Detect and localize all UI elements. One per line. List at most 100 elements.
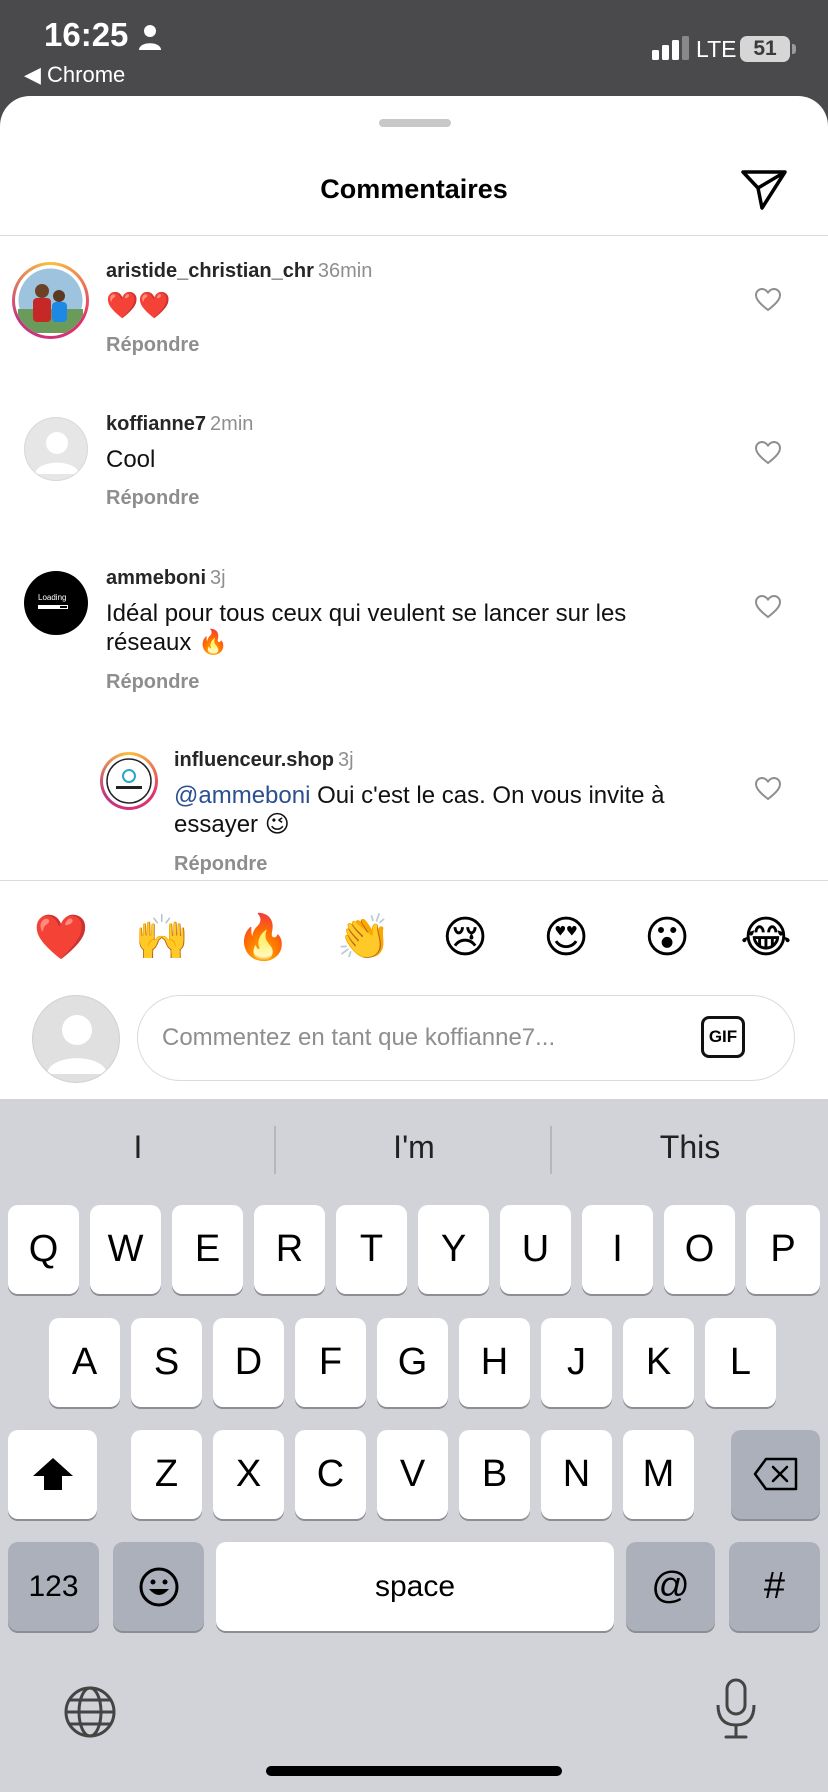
key-d[interactable]: D [213, 1318, 284, 1407]
comment-input[interactable] [162, 1016, 682, 1060]
emoji-laughing-button[interactable]: 😂 [736, 908, 796, 968]
key-o[interactable]: O [664, 1205, 735, 1294]
status-bar: 16:25 ◀ Chrome LTE 51 [0, 0, 828, 100]
key-n[interactable]: N [541, 1430, 612, 1519]
emoji-clap-button[interactable]: 👏 [334, 908, 394, 968]
reply-button[interactable]: Répondre [106, 671, 199, 694]
key-j[interactable]: J [541, 1318, 612, 1407]
emoji-key[interactable] [113, 1542, 204, 1631]
emoji-fire-button[interactable]: 🔥 [233, 908, 293, 968]
mention-link[interactable]: @ammeboni [174, 782, 310, 809]
comment-header: influenceur.shop 3j [174, 749, 354, 772]
suggestion-item[interactable]: I'm [276, 1119, 552, 1175]
comment-username[interactable]: aristide_christian_chr [106, 260, 314, 282]
key-g[interactable]: G [377, 1318, 448, 1407]
key-x[interactable]: X [213, 1430, 284, 1519]
globe-icon[interactable] [62, 1684, 118, 1740]
emoji-raised-hands-button[interactable]: 🙌 [132, 908, 192, 968]
comment-item: aristide_christian_chr 36min ❤️❤️ Répondr… [0, 236, 828, 386]
key-l[interactable]: L [705, 1318, 776, 1407]
battery-tip [792, 44, 796, 54]
emoji-divider [0, 880, 828, 881]
send-icon[interactable] [740, 168, 788, 212]
avatar[interactable] [24, 417, 88, 481]
comment-text: ❤️❤️ [106, 291, 171, 321]
space-key[interactable]: space [216, 1542, 614, 1631]
key-y[interactable]: Y [418, 1205, 489, 1294]
person-icon [139, 25, 161, 50]
avatar[interactable]: Loading [24, 571, 88, 635]
reply-button[interactable]: Répondre [106, 334, 199, 357]
delete-key[interactable] [731, 1430, 820, 1519]
key-t[interactable]: T [336, 1205, 407, 1294]
key-u[interactable]: U [500, 1205, 571, 1294]
network-type: LTE [696, 36, 737, 62]
hash-key[interactable]: # [729, 1542, 820, 1631]
comment-header: koffianne7 2min [106, 413, 253, 436]
comment-text: @ammeboni Oui c'est le cas. On vous invi… [174, 781, 734, 839]
gif-button[interactable]: GIF [701, 1016, 745, 1058]
at-key[interactable]: @ [626, 1542, 715, 1631]
suggestion-item[interactable]: I [0, 1119, 276, 1175]
comment-username[interactable]: ammeboni [106, 567, 206, 589]
smiley-icon [139, 1567, 178, 1607]
emoji-crying-button[interactable]: 😢 [435, 908, 495, 968]
key-r[interactable]: R [254, 1205, 325, 1294]
comment-time: 2min [210, 413, 254, 435]
avatar[interactable] [100, 752, 158, 810]
key-a[interactable]: A [49, 1318, 120, 1407]
key-f[interactable]: F [295, 1318, 366, 1407]
shift-key[interactable] [8, 1430, 97, 1519]
key-e[interactable]: E [172, 1205, 243, 1294]
status-time: 16:25 [44, 16, 129, 53]
key-h[interactable]: H [459, 1318, 530, 1407]
comment-item: koffianne7 2min Cool Répondre [0, 389, 828, 539]
key-c[interactable]: C [295, 1430, 366, 1519]
avatar-text: Loading [38, 593, 67, 602]
key-k[interactable]: K [623, 1318, 694, 1407]
battery-indicator: 51 [740, 36, 790, 62]
signal-icon [652, 36, 689, 60]
key-z[interactable]: Z [131, 1430, 202, 1519]
numbers-key[interactable]: 123 [8, 1542, 99, 1631]
emoji-bar: ❤️ 🙌 🔥 👏 😢 😍 😮 😂 [0, 908, 828, 968]
comment-header: ammeboni 3j [106, 567, 226, 590]
key-v[interactable]: V [377, 1430, 448, 1519]
key-w[interactable]: W [90, 1205, 161, 1294]
comment-text: Cool [106, 446, 156, 473]
reply-button[interactable]: Répondre [174, 853, 267, 876]
heart-icon[interactable] [755, 595, 781, 619]
profile-photo [15, 265, 86, 336]
emoji-heart-button[interactable]: ❤️ [31, 908, 91, 968]
comment-username[interactable]: influenceur.shop [174, 749, 334, 771]
default-avatar-icon [47, 1015, 107, 1074]
emoji-surprised-button[interactable]: 😮 [637, 908, 697, 968]
key-i[interactable]: I [582, 1205, 653, 1294]
key-m[interactable]: M [623, 1430, 694, 1519]
comment-header: aristide_christian_chr 36min [106, 260, 372, 283]
key-b[interactable]: B [459, 1430, 530, 1519]
reply-button[interactable]: Répondre [106, 487, 199, 510]
default-avatar-icon [35, 432, 79, 474]
suggestion-item[interactable]: This [552, 1119, 828, 1175]
heart-icon[interactable] [755, 777, 781, 801]
comment-time: 3j [210, 567, 226, 589]
emoji-heart-eyes-button[interactable]: 😍 [536, 908, 596, 968]
comment-username[interactable]: koffianne7 [106, 413, 206, 435]
back-to-chrome-link[interactable]: ◀ Chrome [24, 62, 125, 88]
avatar[interactable] [12, 262, 89, 339]
key-p[interactable]: P [746, 1205, 820, 1294]
loading-bar [38, 605, 68, 609]
current-user-avatar [32, 995, 120, 1083]
sheet-title: Commentaires [320, 174, 508, 204]
comment-item: Loading ammeboni 3j Idéal pour tous ceux … [0, 543, 828, 723]
key-q[interactable]: Q [8, 1205, 79, 1294]
heart-icon[interactable] [755, 441, 781, 465]
home-indicator[interactable] [266, 1766, 562, 1776]
microphone-icon[interactable] [712, 1677, 760, 1741]
heart-icon[interactable] [755, 288, 781, 312]
sheet-grabber[interactable] [379, 119, 451, 127]
key-s[interactable]: S [131, 1318, 202, 1407]
shop-logo [103, 755, 155, 807]
shift-icon [32, 1458, 73, 1490]
